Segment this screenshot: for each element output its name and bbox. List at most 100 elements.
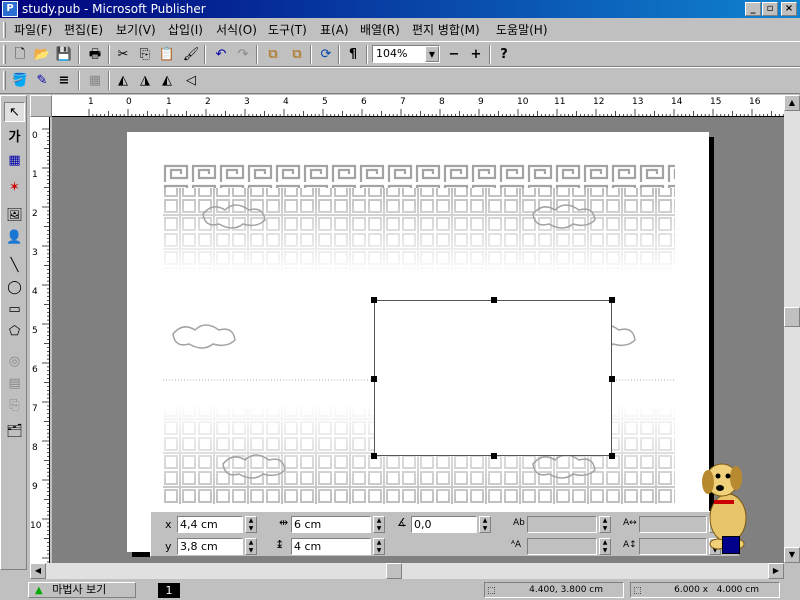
x-position-field[interactable]: 4,4 cm <box>177 516 243 533</box>
menu-mail-merge[interactable]: 편지 병합(M) <box>412 22 480 38</box>
design-gallery-icon[interactable]: 🗂 <box>4 422 25 442</box>
toolbar-grip[interactable] <box>3 45 6 64</box>
menu-table[interactable]: 표(A) <box>320 22 349 38</box>
character-spacing-spinner[interactable]: ▲ ▼ <box>599 516 611 533</box>
flip-horizontal-icon[interactable]: ◭ <box>156 71 178 91</box>
menu-tools[interactable]: 도구(T) <box>268 22 307 38</box>
zoom-select[interactable]: 104% ▼ <box>372 45 440 63</box>
resize-handle[interactable] <box>609 453 615 459</box>
menu-file[interactable]: 파일(F) <box>14 22 52 38</box>
resize-handle[interactable] <box>371 297 377 303</box>
resize-handle[interactable] <box>609 376 615 382</box>
resize-handle[interactable] <box>371 453 377 459</box>
text-frame-icon[interactable]: 가 <box>4 128 25 148</box>
resize-handle[interactable] <box>609 297 615 303</box>
zoom-in-icon[interactable]: + <box>465 45 487 65</box>
scroll-thumb[interactable] <box>784 307 800 327</box>
scroll-down-icon[interactable]: ▼ <box>784 547 800 563</box>
clip-art-icon[interactable]: 👤 <box>4 228 25 248</box>
rectangle-tool-icon[interactable]: ▭ <box>4 300 25 320</box>
custom-shapes-icon[interactable]: ⬠ <box>4 322 25 342</box>
line-color-icon[interactable]: ✎ <box>31 71 53 91</box>
copy-icon[interactable]: ⎘ <box>134 45 156 65</box>
html-fragment-icon[interactable]: ⎘ <box>4 396 25 416</box>
y-position-spinner[interactable]: ▲ ▼ <box>245 538 257 555</box>
menu-insert[interactable]: 삽입(I) <box>168 22 203 38</box>
table-frame-icon[interactable]: ▦ <box>4 151 25 171</box>
wordart-icon[interactable]: ✶ <box>4 178 25 198</box>
shadow-icon[interactable]: ▦ <box>84 71 106 91</box>
menu-format[interactable]: 서식(O) <box>216 22 257 38</box>
show-special-characters-icon[interactable]: ¶ <box>342 45 364 65</box>
resize-handle[interactable] <box>371 376 377 382</box>
fill-color-icon[interactable]: 🪣 <box>9 71 31 91</box>
vertical-scrollbar[interactable]: ▲ ▼ <box>784 95 800 563</box>
pointer-icon[interactable]: ↖ <box>4 102 25 122</box>
line-spacing-field[interactable] <box>639 538 707 555</box>
height-field[interactable]: 4 cm <box>291 538 371 555</box>
picture-frame-icon[interactable]: 🖼 <box>4 206 25 226</box>
rotate-icon[interactable]: ⟳ <box>315 45 337 65</box>
format-painter-icon[interactable]: 🖌 <box>180 45 202 65</box>
open-icon[interactable]: 📂 <box>31 45 53 65</box>
separator <box>338 45 340 64</box>
line-style-icon[interactable]: ≡ <box>53 71 75 91</box>
baseline-shift-spinner[interactable]: ▲ ▼ <box>599 538 611 555</box>
menu-view[interactable]: 보기(V) <box>116 22 156 38</box>
scroll-thumb[interactable] <box>386 563 402 579</box>
resize-handle[interactable] <box>491 297 497 303</box>
scroll-right-icon[interactable]: ▶ <box>768 563 784 579</box>
y-position-field[interactable]: 3,8 cm <box>177 538 243 555</box>
rotate-left-icon[interactable]: ◭ <box>112 71 134 91</box>
width-field[interactable]: 6 cm <box>291 516 371 533</box>
menu-grip[interactable] <box>3 22 6 38</box>
send-to-back-icon[interactable]: ⧉ <box>286 45 308 65</box>
workspace[interactable] <box>52 117 784 563</box>
undo-icon[interactable]: ↶ <box>210 45 232 65</box>
publication-page[interactable] <box>127 132 709 552</box>
x-position-spinner[interactable]: ▲ ▼ <box>245 516 257 533</box>
rotation-field[interactable]: 0,0 <box>411 516 477 533</box>
paste-icon[interactable]: 📋 <box>156 45 178 65</box>
character-spacing-field[interactable] <box>527 516 597 533</box>
print-icon[interactable]: 🖶 <box>84 45 106 65</box>
vertical-ruler[interactable]: 0 1 2 3 4 5 6 7 8 9 10 <box>30 117 50 563</box>
hotspot-icon[interactable]: ◎ <box>4 352 25 372</box>
wizard-toggle-button[interactable]: ▲ 마법사 보기 <box>28 582 136 598</box>
wizard-label: 마법사 보기 <box>52 583 107 596</box>
maximize-button[interactable]: ▫ <box>762 2 778 16</box>
page-navigator[interactable]: 1 <box>158 583 180 598</box>
toolbar-grip[interactable] <box>3 71 6 90</box>
zoom-out-icon[interactable]: − <box>443 45 465 65</box>
selected-text-frame[interactable] <box>371 297 615 459</box>
baseline-shift-field[interactable] <box>527 538 597 555</box>
form-control-icon[interactable]: ▤ <box>4 374 25 394</box>
menu-edit[interactable]: 편집(E) <box>64 22 103 38</box>
text-scale-field[interactable] <box>639 516 707 533</box>
rotate-right-icon[interactable]: ◮ <box>134 71 156 91</box>
help-icon[interactable]: ? <box>493 45 515 65</box>
ruler-corner[interactable] <box>30 95 52 117</box>
new-icon[interactable]: 🗋 <box>9 45 31 65</box>
horizontal-scrollbar[interactable]: ◀ ▶ <box>30 563 784 579</box>
rotation-spinner[interactable]: ▲ ▼ <box>479 516 491 533</box>
resize-handle[interactable] <box>491 453 497 459</box>
height-spinner[interactable]: ▲ ▼ <box>373 538 385 555</box>
width-spinner[interactable]: ▲ ▼ <box>373 516 385 533</box>
horizontal-ruler[interactable]: 1 0 1 2 3 4 5 6 7 8 9 10 11 12 13 14 15 … <box>52 95 784 117</box>
oval-tool-icon[interactable]: ◯ <box>4 278 25 298</box>
flip-vertical-icon[interactable]: ◁ <box>180 71 202 91</box>
minimize-button[interactable]: _ <box>745 2 761 16</box>
scroll-left-icon[interactable]: ◀ <box>30 563 46 579</box>
app-icon[interactable]: P <box>2 1 18 17</box>
cut-icon[interactable]: ✂ <box>112 45 134 65</box>
save-icon[interactable]: 💾 <box>53 45 75 65</box>
chevron-down-icon[interactable]: ▼ <box>425 46 439 62</box>
redo-icon[interactable]: ↷ <box>232 45 254 65</box>
menu-arrange[interactable]: 배열(R) <box>360 22 400 38</box>
close-button[interactable]: × <box>781 2 797 16</box>
bring-to-front-icon[interactable]: ⧉ <box>262 45 284 65</box>
scroll-up-icon[interactable]: ▲ <box>784 95 800 111</box>
line-tool-icon[interactable]: ╲ <box>4 256 25 276</box>
menu-help[interactable]: 도움말(H) <box>496 22 548 38</box>
